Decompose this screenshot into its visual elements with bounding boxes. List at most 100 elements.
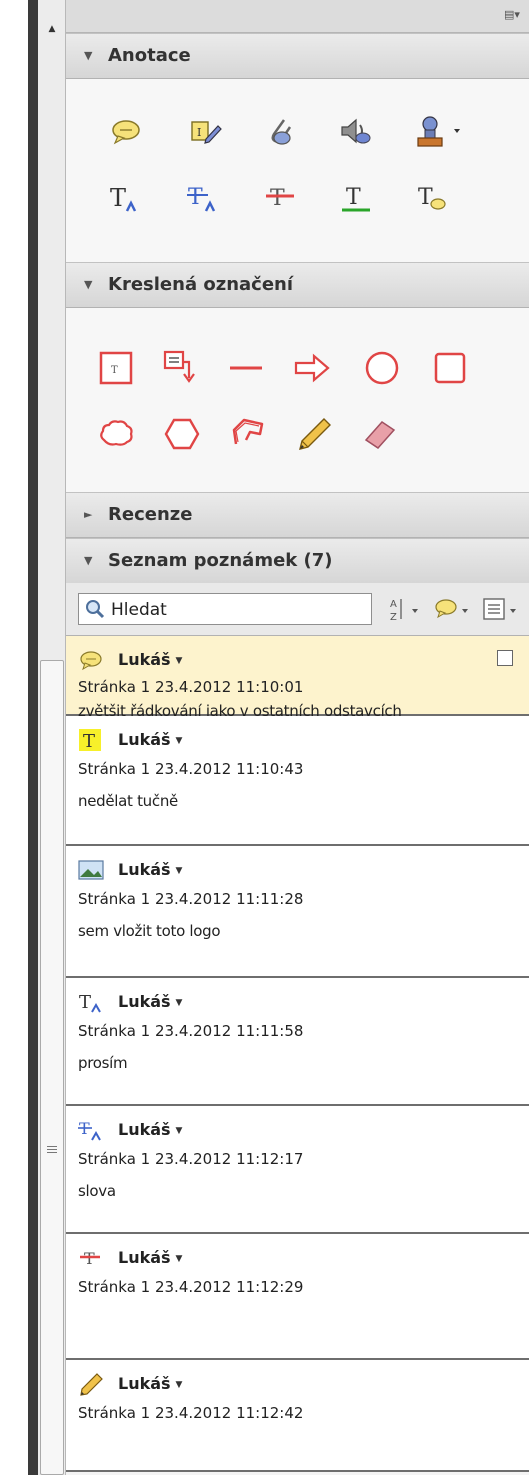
section-header-drawing[interactable]: ▼ Kreslená označení	[66, 262, 529, 308]
callout-icon[interactable]	[160, 348, 200, 388]
section-title: Anotace	[108, 45, 191, 66]
svg-text:I: I	[197, 126, 201, 139]
svg-text:A: A	[390, 599, 397, 610]
comment-text: prosím	[78, 1054, 128, 1072]
svg-text:T: T	[188, 185, 203, 210]
grip-icon	[47, 1146, 57, 1156]
comment-item[interactable]: T Lukáš ▼ Stránka 1 23.4.2012 11:12:17 sl…	[66, 1106, 529, 1234]
comment-meta: Stránka 1 23.4.2012 11:12:29	[78, 1278, 304, 1296]
image-icon	[78, 860, 104, 880]
polyline-icon[interactable]	[228, 414, 268, 454]
dropdown-arrow-icon: ▼	[175, 1125, 183, 1136]
sort-az-icon: AZ	[390, 599, 418, 623]
comment-item[interactable]: Lukáš ▼ Stránka 1 23.4.2012 11:12:42	[66, 1360, 529, 1472]
annotation-tools: I T T T T T	[66, 79, 529, 262]
svg-text:T: T	[84, 1249, 95, 1268]
options-button[interactable]	[482, 595, 529, 623]
expand-triangle-icon: ▼	[84, 278, 93, 291]
expand-triangle-icon: ▼	[84, 554, 93, 567]
comment-item[interactable]: T Lukáš ▼ Stránka 1 23.4.2012 11:10:43 ne…	[66, 716, 529, 846]
svg-text:T: T	[110, 184, 126, 212]
strikethrough-icon[interactable]: T	[260, 177, 300, 217]
svg-text:T: T	[418, 185, 433, 210]
comment-meta: Stránka 1 23.4.2012 11:10:43	[78, 760, 304, 778]
comment-item[interactable]: Lukáš ▼ Stránka 1 23.4.2012 11:10:01 zvět…	[66, 636, 529, 720]
filter-button[interactable]	[432, 595, 472, 623]
comment-author[interactable]: Lukáš ▼	[118, 992, 182, 1011]
line-icon[interactable]	[226, 348, 266, 388]
text-box-icon[interactable]: T	[96, 348, 136, 388]
document-scrollbar[interactable]: ▲	[38, 0, 66, 1475]
window-border	[28, 0, 38, 1475]
scrollbar-thumb[interactable]	[40, 660, 64, 1475]
comment-author[interactable]: Lukáš ▼	[118, 1248, 182, 1267]
eraser-icon[interactable]	[360, 414, 400, 454]
comment-item[interactable]: T Lukáš ▼ Stránka 1 23.4.2012 11:11:58 pr…	[66, 978, 529, 1106]
author-name: Lukáš	[118, 730, 171, 749]
pencil-icon	[80, 1373, 103, 1396]
comment-meta: Stránka 1 23.4.2012 11:12:17	[78, 1150, 304, 1168]
search-icon	[86, 600, 105, 619]
record-audio-icon[interactable]	[336, 112, 376, 152]
strikethrough-icon: T	[80, 1249, 100, 1268]
drawing-tools: T	[66, 308, 529, 492]
comment-meta: Stránka 1 23.4.2012 11:11:28	[78, 890, 304, 908]
replace-text-icon: T	[78, 1119, 101, 1141]
comment-author[interactable]: Lukáš ▼	[118, 1374, 182, 1393]
comment-author[interactable]: Lukáš ▼	[118, 860, 182, 879]
section-header-review[interactable]: ► Recenze	[66, 492, 529, 538]
insert-text-icon: T	[79, 992, 101, 1013]
arrow-icon[interactable]	[292, 348, 332, 388]
comment-author[interactable]: Lukáš ▼	[118, 730, 182, 749]
collapse-triangle-icon: ►	[84, 508, 93, 521]
comment-text: slova	[78, 1182, 116, 1200]
dropdown-arrow-icon: ▼	[175, 997, 183, 1008]
svg-text:T: T	[83, 731, 95, 752]
replace-text-icon[interactable]: T	[184, 177, 224, 217]
section-header-comment-list[interactable]: ▼ Seznam poznámek (7)	[66, 538, 529, 584]
comment-item[interactable]: T Lukáš ▼ Stránka 1 23.4.2012 11:12:29	[66, 1234, 529, 1360]
polygon-icon[interactable]	[162, 414, 202, 454]
search-field[interactable]	[78, 593, 372, 625]
section-header-annotations[interactable]: ▼ Anotace	[66, 33, 529, 79]
dropdown-arrow-icon: ▼	[175, 655, 183, 666]
dropdown-arrow-icon: ▼	[175, 1379, 183, 1390]
oval-icon[interactable]	[362, 348, 402, 388]
sticky-note-icon	[80, 651, 102, 671]
sort-button[interactable]: AZ	[388, 595, 422, 623]
dropdown-arrow-icon: ▼	[175, 735, 183, 746]
comment-author[interactable]: Lukáš ▼	[118, 1120, 182, 1139]
insert-text-icon[interactable]: T	[106, 177, 146, 217]
window-edge	[0, 0, 28, 1475]
section-title: Kreslená označení	[108, 274, 294, 295]
rectangle-icon[interactable]	[430, 348, 470, 388]
author-name: Lukáš	[118, 1374, 171, 1393]
comment-options-icon	[483, 598, 516, 620]
svg-text:T: T	[346, 185, 361, 210]
author-name: Lukáš	[118, 1248, 171, 1267]
section-title: Seznam poznámek (7)	[108, 550, 333, 571]
stamp-icon[interactable]	[412, 112, 468, 152]
highlight-text-icon[interactable]: I	[184, 112, 224, 152]
comment-author[interactable]: Lukáš ▼	[118, 650, 182, 669]
pencil-icon[interactable]	[294, 414, 334, 454]
dropdown-arrow-icon: ▼	[175, 1253, 183, 1264]
panel-top-strip: ▤▾	[66, 0, 529, 33]
section-title: Recenze	[108, 504, 193, 525]
attach-file-icon[interactable]	[260, 112, 300, 152]
comment-text: nedělat tučně	[78, 792, 178, 810]
panel-options-icon[interactable]: ▤▾	[501, 4, 523, 26]
svg-text:T: T	[79, 992, 91, 1013]
underline-icon[interactable]: T	[336, 177, 376, 217]
comment-checkbox[interactable]	[497, 650, 513, 666]
svg-text:T: T	[111, 365, 118, 376]
comment-item[interactable]: Lukáš ▼ Stránka 1 23.4.2012 11:11:28 sem …	[66, 846, 529, 978]
text-note-icon[interactable]: T	[412, 177, 452, 217]
sticky-note-icon[interactable]	[106, 112, 146, 152]
comment-panel: ▤▾ ▼ Anotace I T T T T T ▼ Kreslená ozna…	[66, 0, 529, 1475]
cloud-icon[interactable]	[96, 414, 136, 454]
scroll-up-arrow-icon[interactable]: ▲	[44, 22, 60, 36]
highlight-t-icon: T	[79, 729, 101, 752]
comment-text: sem vložit toto logo	[78, 922, 221, 940]
search-input[interactable]	[109, 597, 368, 623]
